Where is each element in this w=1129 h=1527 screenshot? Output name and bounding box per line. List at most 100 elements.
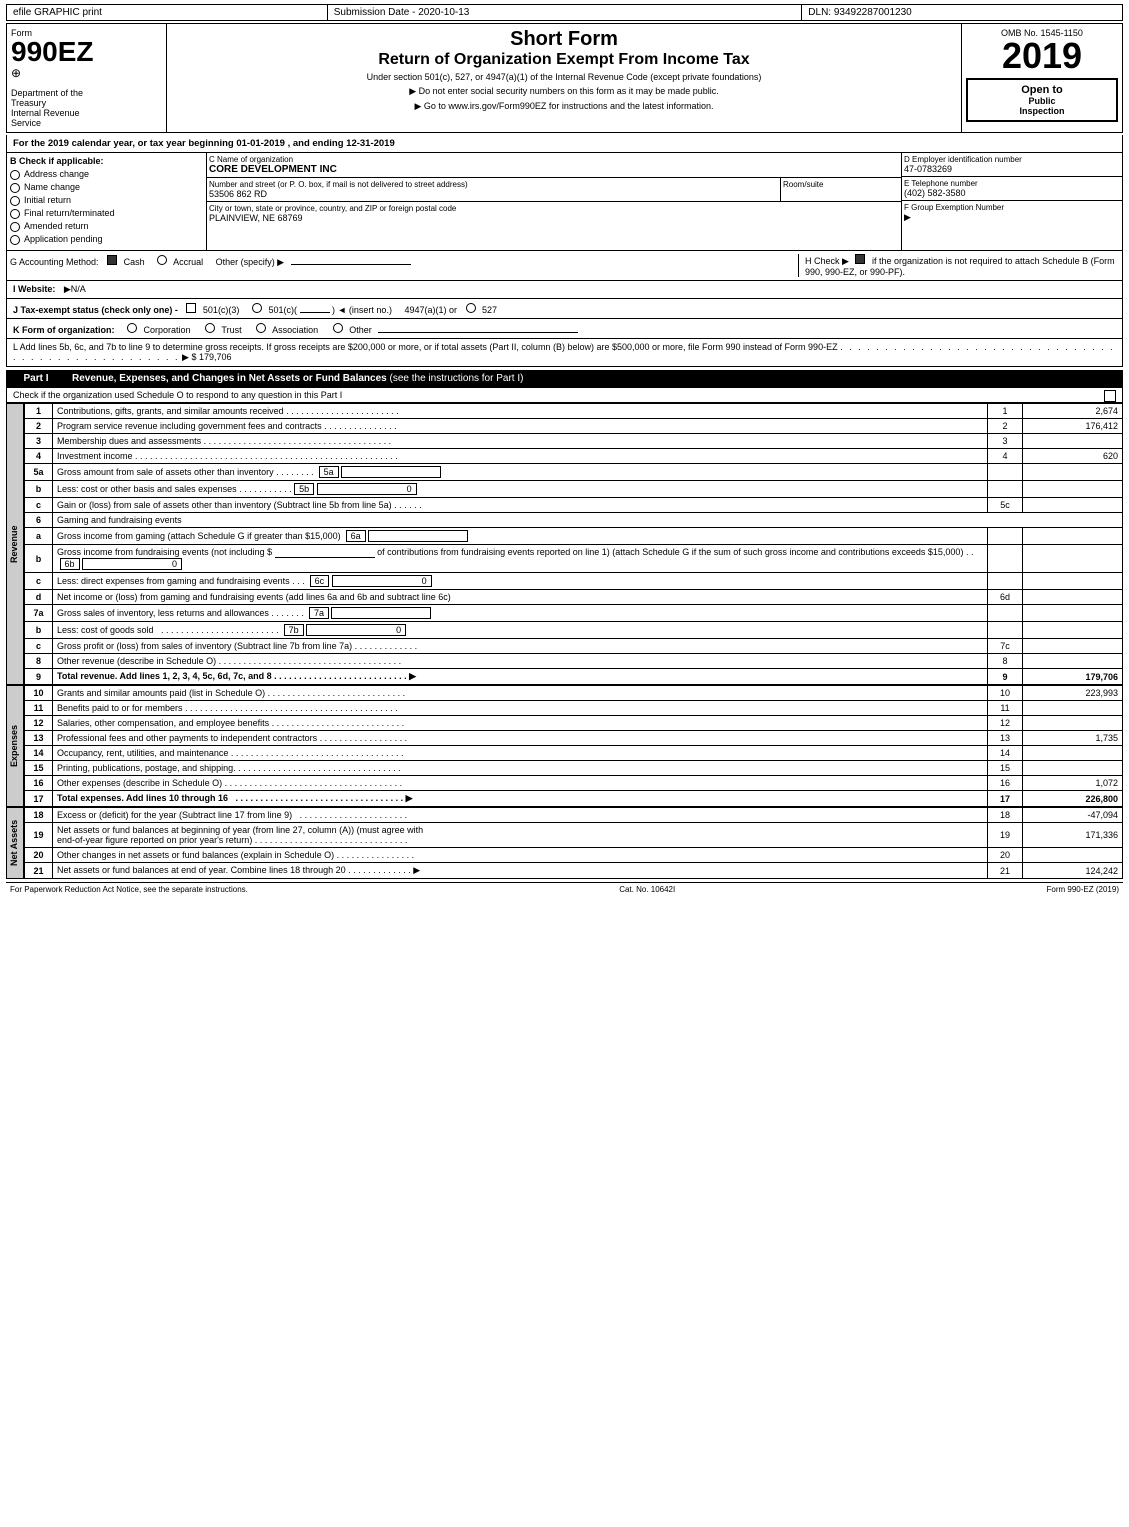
lineref-2: 2	[988, 419, 1023, 434]
final-radio[interactable]	[10, 209, 20, 219]
val-7b	[1023, 622, 1123, 639]
lineref-9: 9	[988, 669, 1023, 685]
accrual-label: Accrual	[173, 257, 203, 267]
label-19: Net assets or fund balances at beginning…	[53, 823, 988, 848]
corp-wrap[interactable]: Corporation	[127, 325, 193, 335]
check-final[interactable]: Final return/terminated	[10, 208, 203, 219]
address-value: 53506 862 RD	[209, 189, 778, 199]
val-7a	[1023, 605, 1123, 622]
ein-row: D Employer identification number 47-0783…	[902, 153, 1122, 177]
label-13: Professional fees and other payments to …	[53, 731, 988, 746]
tax-status-label: J Tax-exempt status (check only one) -	[13, 305, 178, 315]
status-527-wrap[interactable]: 527	[466, 305, 498, 315]
trust-wrap[interactable]: Trust	[205, 325, 244, 335]
label-11: Benefits paid to or for members . . . . …	[53, 701, 988, 716]
other-org-radio[interactable]	[333, 323, 343, 333]
schedule-o-checkbox[interactable]	[1104, 390, 1116, 402]
lineref-17: 17	[988, 791, 1023, 807]
other-org-field[interactable]	[378, 332, 578, 333]
lineref-15: 15	[988, 761, 1023, 776]
insert-no-field[interactable]	[300, 312, 330, 313]
lineref-4: 4	[988, 449, 1023, 464]
check-name-change[interactable]: Name change	[10, 182, 203, 193]
tax-year-label: For the 2019 calendar year, or tax year …	[13, 138, 395, 149]
l-text: L Add lines 5b, 6c, and 7b to line 9 to …	[13, 342, 838, 352]
dln: DLN: 93492287001230	[802, 5, 1122, 20]
status-527-radio[interactable]	[466, 303, 476, 313]
h-label: H Check ▶	[805, 256, 849, 266]
revenue-table: 1 Contributions, gifts, grants, and simi…	[24, 403, 1123, 685]
open-sub2: Inspection	[972, 106, 1112, 116]
lineref-8: 8	[988, 654, 1023, 669]
assoc-wrap[interactable]: Association	[256, 325, 321, 335]
row-7c: c Gross profit or (loss) from sales of i…	[25, 639, 1123, 654]
lineref-6b	[988, 545, 1023, 573]
cash-checkbox[interactable]	[107, 255, 117, 265]
label-7a: Gross sales of inventory, less returns a…	[53, 605, 988, 622]
label-4: Investment income . . . . . . . . . . . …	[53, 449, 988, 464]
num-7b: b	[25, 622, 53, 639]
top-bar: efile GRAPHIC print Submission Date - 20…	[6, 4, 1123, 21]
lineref-1: 1	[988, 404, 1023, 419]
row-6d: d Net income or (loss) from gaming and f…	[25, 590, 1123, 605]
val-5a	[1023, 464, 1123, 481]
label-21: Net assets or fund balances at end of ye…	[53, 863, 988, 879]
num-1: 1	[25, 404, 53, 419]
num-5c: c	[25, 498, 53, 513]
part1-inst: (see the instructions for Part I)	[390, 373, 524, 384]
label-5b: Less: cost or other basis and sales expe…	[53, 481, 988, 498]
lineref-18: 18	[988, 808, 1023, 823]
address-radio[interactable]	[10, 170, 20, 180]
check-amended[interactable]: Amended return	[10, 221, 203, 232]
val-12	[1023, 716, 1123, 731]
form-left: Form 990EZ ⊕ Department of the Treasury …	[7, 24, 167, 132]
other-org-wrap[interactable]: Other	[333, 325, 579, 335]
val-15	[1023, 761, 1123, 776]
city-row: City or town, state or province, country…	[207, 202, 901, 225]
status-501c-wrap[interactable]: 501(c)( ) ◄ (insert no.)	[252, 305, 395, 315]
val-6c	[1023, 573, 1123, 590]
k-section: K Form of organization: Corporation Trus…	[6, 319, 1123, 339]
amended-radio[interactable]	[10, 222, 20, 232]
status-501c3-check[interactable]	[186, 303, 196, 313]
footer-right: Form 990-EZ (2019)	[1047, 885, 1119, 894]
other-check: Other (specify) ▶	[216, 257, 411, 267]
h-checkbox[interactable]	[855, 254, 865, 264]
label-9: Total revenue. Add lines 1, 2, 3, 4, 5c,…	[53, 669, 988, 685]
name-change-radio[interactable]	[10, 183, 20, 193]
check-initial[interactable]: Initial return	[10, 195, 203, 206]
cash-check[interactable]: Cash	[107, 257, 147, 267]
assoc-label: Association	[272, 325, 318, 335]
pending-radio[interactable]	[10, 235, 20, 245]
val-1: 2,674	[1023, 404, 1123, 419]
subtitle: Under section 501(c), 527, or 4947(a)(1)…	[171, 72, 957, 82]
short-form-title: Short Form	[171, 28, 957, 51]
val-6a	[1023, 528, 1123, 545]
status-501c-radio[interactable]	[252, 303, 262, 313]
status-501c3-wrap[interactable]: 501(c)(3)	[186, 305, 242, 315]
org-name-label: C Name of organization	[209, 155, 899, 164]
check-pending[interactable]: Application pending	[10, 234, 203, 245]
row-11: 11 Benefits paid to or for members . . .…	[25, 701, 1123, 716]
initial-radio[interactable]	[10, 196, 20, 206]
trust-radio[interactable]	[205, 323, 215, 333]
accrual-radio[interactable]	[157, 255, 167, 265]
label-12: Salaries, other compensation, and employ…	[53, 716, 988, 731]
row-3: 3 Membership dues and assessments . . . …	[25, 434, 1123, 449]
check-address[interactable]: Address change	[10, 169, 203, 180]
corp-radio[interactable]	[127, 323, 137, 333]
accrual-check[interactable]: Accrual	[157, 257, 206, 267]
label-7b: Less: cost of goods sold . . . . . . . .…	[53, 622, 988, 639]
val-16: 1,072	[1023, 776, 1123, 791]
amended-label: Amended return	[24, 221, 89, 231]
row-12: 12 Salaries, other compensation, and emp…	[25, 716, 1123, 731]
label-5a: Gross amount from sale of assets other t…	[53, 464, 988, 481]
row-9: 9 Total revenue. Add lines 1, 2, 3, 4, 5…	[25, 669, 1123, 685]
part1-check-row: Check if the organization used Schedule …	[6, 387, 1123, 403]
status-501c-label: 501(c)(	[268, 305, 297, 315]
schedule-o-check-label: Check if the organization used Schedule …	[13, 390, 342, 400]
open-sub1: Public	[972, 96, 1112, 106]
assoc-radio[interactable]	[256, 323, 266, 333]
num-7a: 7a	[25, 605, 53, 622]
final-label: Final return/terminated	[24, 208, 115, 218]
